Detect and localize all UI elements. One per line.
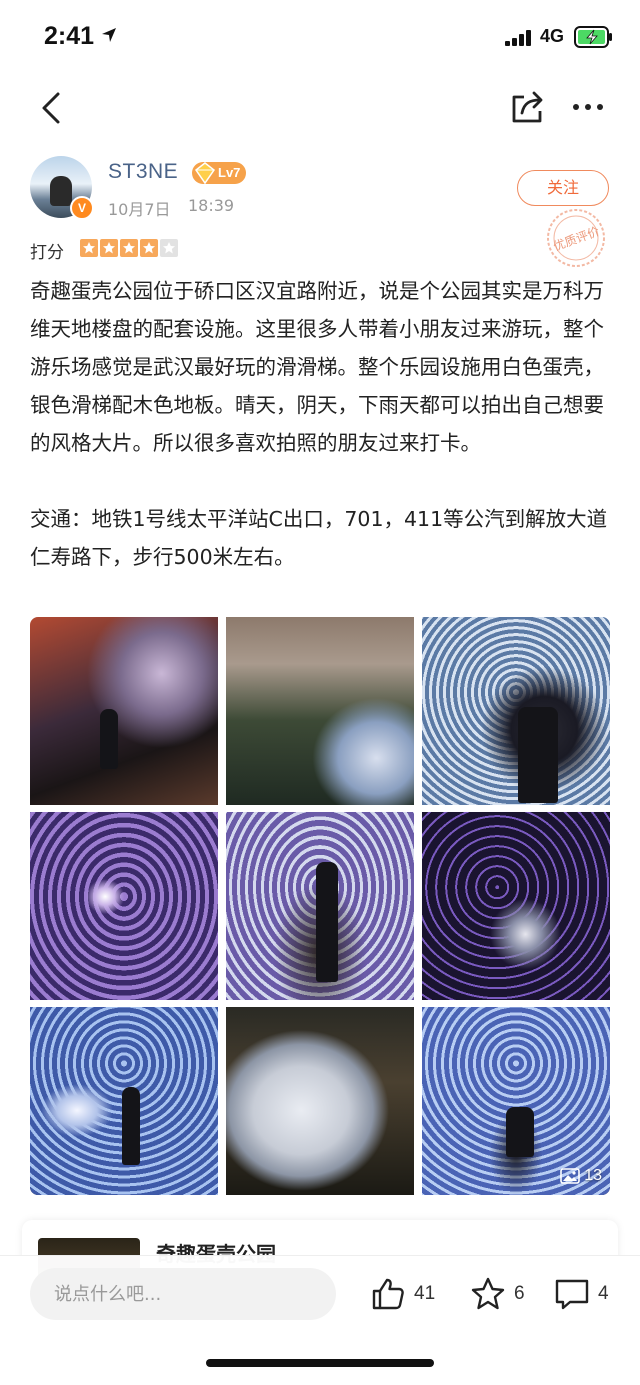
quality-stamp-text: 优质评价 [551,224,601,254]
favorite-button[interactable]: 6 [470,1274,525,1314]
photo-7[interactable] [30,1007,218,1195]
home-indicator[interactable] [206,1359,434,1367]
star-icon [140,239,158,257]
follow-button[interactable]: 关注 [517,170,609,206]
photo-1[interactable] [30,617,218,805]
quality-review-stamp: 优质评价 [547,209,605,267]
comment-input[interactable] [30,1268,336,1320]
avatar-figure [50,176,72,206]
author-header: V ST3NE Lv7 10月7日 18:39 关注 优质评价 [30,156,620,267]
person-silhouette [122,1087,140,1165]
favorite-count: 6 [514,1283,525,1304]
photo-grid: 13 [30,617,610,1195]
bottom-action-bar: 41 6 4 [0,1255,640,1385]
star-icon [160,239,178,257]
level-text: Lv7 [218,165,241,180]
nav-bar [0,75,640,145]
star-rating [80,239,178,257]
photo-9[interactable]: 13 [422,1007,610,1195]
location-arrow-icon [102,28,116,42]
post-date: 10月7日 [108,200,171,219]
verified-badge: V [70,196,94,220]
person-silhouette [100,709,118,769]
post-body: 奇趣蛋壳公园位于硚口区汉宜路附近，说是个公园其实是万科万维天地楼盘的配套设施。这… [30,272,610,576]
rating-label: 打分 [30,243,64,263]
star-outline-icon [471,1277,505,1310]
star-icon [120,239,138,257]
thumbs-up-icon [372,1278,404,1310]
post-time: 18:39 [188,196,235,215]
photo-6[interactable] [422,812,610,1000]
level-badge: Lv7 [192,162,247,185]
back-arrow-icon[interactable] [34,88,74,128]
image-icon [560,1168,581,1184]
person-silhouette [316,862,338,982]
photo-count[interactable]: 13 [560,1167,602,1185]
like-count: 41 [414,1283,436,1304]
photo-8[interactable] [226,1007,414,1195]
like-button[interactable]: 41 [370,1274,435,1314]
author-name[interactable]: ST3NE [108,160,178,184]
star-icon [100,239,118,257]
post-paragraph: 奇趣蛋壳公园位于硚口区汉宜路附近，说是个公园其实是万科万维天地楼盘的配套设施。这… [30,279,604,455]
network-type: 4G [540,26,565,46]
photo-3[interactable] [422,617,610,805]
battery-charging-icon [574,26,612,48]
status-time: 2:41 [44,22,95,50]
comment-bubble-icon [555,1279,589,1310]
comment-count: 4 [598,1283,609,1304]
comment-button[interactable]: 4 [554,1274,609,1314]
person-silhouette [518,707,558,803]
share-icon[interactable] [506,87,548,129]
more-dots-icon[interactable] [568,87,608,127]
diamond-icon [194,162,216,185]
photo-2[interactable] [226,617,414,805]
star-icon [80,239,98,257]
signal-bars-icon [505,30,535,46]
status-bar: 2:41 4G [0,0,640,70]
photo-4[interactable] [30,812,218,1000]
photo-5[interactable] [226,812,414,1000]
post-paragraph: 交通：地铁1号线太平洋站C出口，701，411等公汽到解放大道仁寿路下，步行50… [30,507,608,569]
person-silhouette [506,1107,534,1157]
photo-count-text: 13 [584,1167,602,1184]
